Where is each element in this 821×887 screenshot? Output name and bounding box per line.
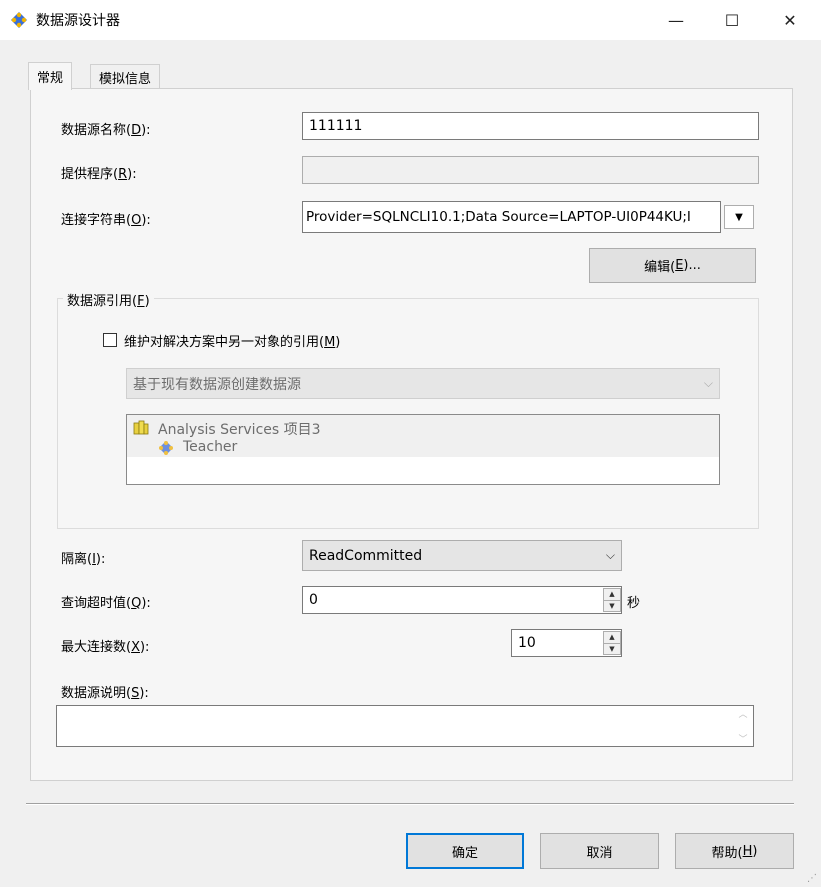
max-connections-spinner[interactable]: ▲ ▼ <box>603 631 621 655</box>
chevron-down-icon: ⌵ <box>703 376 713 390</box>
max-connections-label: 最大连接数(X): <box>61 640 150 655</box>
maintain-reference-label[interactable]: 维护对解决方案中另一对象的引用(M) <box>124 331 340 350</box>
provider-input <box>302 156 759 184</box>
triangle-down-icon: ▼ <box>735 211 743 223</box>
tree-child-label: Teacher <box>183 439 238 455</box>
spin-up-icon[interactable]: ▲ <box>604 589 620 600</box>
name-label: 数据源名称(D): <box>61 123 151 138</box>
timeout-label: 查询超时值(Q): <box>61 596 151 611</box>
data-source-icon <box>11 12 27 28</box>
tab-general[interactable]: 常规 <box>28 62 73 90</box>
cancel-button[interactable]: 取消 <box>540 833 659 869</box>
close-button[interactable]: ✕ <box>761 0 819 40</box>
isolation-value: ReadCommitted <box>309 547 423 564</box>
object-tree: Analysis Services 项目3 Teacher <box>126 414 720 485</box>
scroll-down-icon[interactable]: ﹀ <box>738 732 747 745</box>
footer-separator <box>26 803 794 805</box>
connection-string-input[interactable]: Provider=SQLNCLI10.1;Data Source=LAPTOP-… <box>302 201 721 233</box>
timeout-unit: 秒 <box>627 596 641 611</box>
timeout-spinner[interactable]: ▲ ▼ <box>603 588 621 612</box>
isolation-label: 隔离(I): <box>61 552 106 567</box>
connection-dropdown-button[interactable]: ▼ <box>724 205 754 229</box>
spin-down-icon[interactable]: ▼ <box>604 599 620 612</box>
tree-project-label: Analysis Services 项目3 <box>158 422 321 438</box>
timeout-input[interactable]: 0 <box>302 586 622 614</box>
data-source-icon <box>159 441 173 455</box>
window-title: 数据源设计器 <box>36 13 120 29</box>
help-button[interactable]: 帮助(H) <box>675 833 794 869</box>
title-bar: 数据源设计器 — ☐ ✕ <box>0 0 821 40</box>
maintain-reference-checkbox[interactable] <box>103 333 117 347</box>
reference-group-title: 数据源引用(F) <box>63 290 154 309</box>
resize-grip-icon[interactable]: ⋰ <box>807 873 819 885</box>
name-input[interactable]: 111111 <box>302 112 759 140</box>
provider-label: 提供程序(R): <box>61 167 137 182</box>
spin-up-icon[interactable]: ▲ <box>604 632 620 643</box>
description-scrollbar[interactable]: ︿ ﹀ <box>734 707 752 745</box>
spin-down-icon[interactable]: ▼ <box>604 642 620 655</box>
description-textarea[interactable] <box>56 705 754 747</box>
maximize-button[interactable]: ☐ <box>703 0 761 40</box>
minimize-button[interactable]: — <box>647 0 705 40</box>
description-label: 数据源说明(S): <box>61 686 149 701</box>
chevron-down-icon: ⌵ <box>605 548 615 562</box>
ok-button[interactable]: 确定 <box>406 833 524 869</box>
existing-source-value: 基于现有数据源创建数据源 <box>133 376 301 393</box>
existing-source-combo: 基于现有数据源创建数据源 ⌵ <box>126 368 720 399</box>
connection-string-label: 连接字符串(O): <box>61 213 151 228</box>
project-icon <box>133 420 149 435</box>
isolation-select[interactable]: ReadCommitted ⌵ <box>302 540 622 571</box>
scroll-up-icon[interactable]: ︿ <box>738 707 747 720</box>
tab-impersonation[interactable]: 模拟信息 <box>90 64 161 89</box>
edit-button[interactable]: 编辑(E)... <box>589 248 756 283</box>
